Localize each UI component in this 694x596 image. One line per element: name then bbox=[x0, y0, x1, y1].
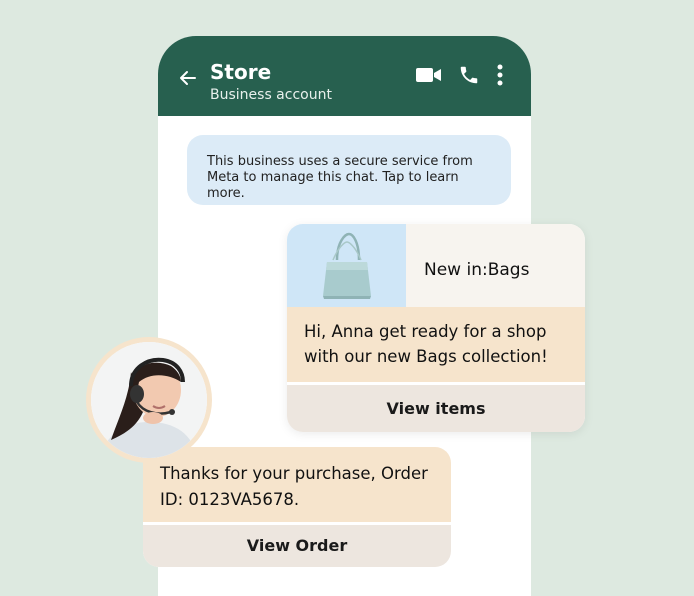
view-order-button[interactable]: View Order bbox=[143, 525, 451, 567]
phone-call-icon[interactable] bbox=[458, 64, 480, 86]
video-call-icon[interactable] bbox=[416, 66, 442, 84]
notice-text: This business uses a secure service from… bbox=[207, 154, 473, 201]
order-message-card: Thanks for your purchase, Order ID: 0123… bbox=[143, 447, 451, 567]
view-items-button[interactable]: View items bbox=[287, 385, 585, 432]
product-name: New in:Bags bbox=[424, 260, 530, 280]
product-thumbnail[interactable] bbox=[287, 224, 406, 307]
more-vertical-icon[interactable] bbox=[496, 64, 504, 86]
handbag-icon bbox=[323, 232, 371, 299]
encryption-notice[interactable]: This business uses a secure service from… bbox=[187, 135, 511, 205]
arrow-left-icon[interactable] bbox=[178, 68, 198, 88]
support-agent-avatar bbox=[86, 337, 212, 463]
order-message-text: Thanks for your purchase, Order ID: 0123… bbox=[143, 447, 451, 522]
chat-subtitle: Business account bbox=[210, 87, 332, 103]
product-info: New in:Bags bbox=[406, 224, 585, 307]
chat-header: Store Business account bbox=[158, 36, 531, 116]
agent-illustration bbox=[91, 342, 207, 458]
product-message-card: New in:Bags Hi, Anna get ready for a sho… bbox=[287, 224, 585, 432]
chat-title: Store bbox=[210, 60, 272, 84]
product-message-text: Hi, Anna get ready for a shop with our n… bbox=[287, 307, 585, 382]
